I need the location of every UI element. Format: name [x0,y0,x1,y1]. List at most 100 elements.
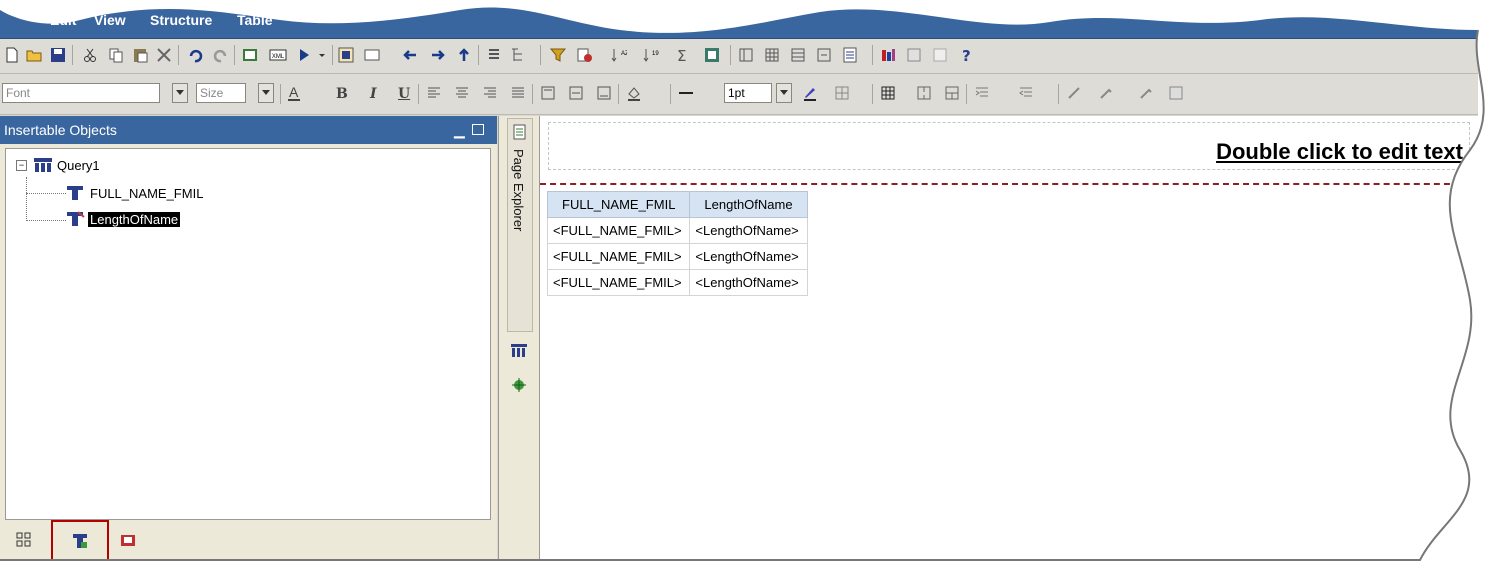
list-table[interactable]: FULL_NAME_FMIL LengthOfName <FULL_NAME_F… [546,191,808,296]
layout-icon[interactable] [362,44,382,66]
clear-format-icon[interactable] [1064,82,1084,104]
apply-style-icon[interactable] [1136,82,1156,104]
panel-tabs [5,520,489,560]
menu-table[interactable]: Table [237,12,273,28]
page-icon[interactable] [840,44,860,66]
filter-icon[interactable] [548,44,568,66]
forward-arrow-icon[interactable] [428,44,448,66]
table-props-icon[interactable] [930,44,950,66]
sort-icon[interactable]: AZ [608,44,628,66]
cut-icon[interactable] [80,44,100,66]
border-width-dropdown-icon[interactable] [776,83,792,103]
table-cell[interactable]: <FULL_NAME_FMIL> [546,269,691,296]
menu-edit[interactable]: Edit [50,12,76,28]
chart-colors-icon[interactable] [878,44,898,66]
toolbox-tab[interactable] [113,526,143,554]
list-icon[interactable] [484,44,504,66]
table-grid-icon[interactable] [878,82,898,104]
table-row: <FULL_NAME_FMIL> <LengthOfName> [546,243,808,270]
save-icon[interactable] [48,44,68,66]
xml-icon[interactable]: XML [268,44,288,66]
font-field[interactable]: Font [2,83,160,103]
help-icon[interactable]: ? [956,44,976,66]
properties-icon[interactable] [904,44,924,66]
table-row: <FULL_NAME_FMIL> <LengthOfName> [546,217,808,244]
summary-icon[interactable]: Σ [672,44,692,66]
underline-icon[interactable]: U [398,86,410,102]
paste-icon[interactable] [130,44,150,66]
section-icon[interactable] [736,44,756,66]
new-icon[interactable] [2,44,22,66]
valign-bottom-icon[interactable] [594,82,614,104]
tree-item-query[interactable]: − Query1 [16,157,100,173]
header-text[interactable]: Double click to edit text [1216,139,1463,165]
merge-cells-icon[interactable] [914,82,934,104]
page-header[interactable]: Double click to edit text [548,122,1470,170]
tree-item-full-name[interactable]: FULL_NAME_FMIL [66,185,203,201]
font-color-icon[interactable]: A [284,82,304,104]
back-arrow-icon[interactable] [400,44,420,66]
suppress-icon[interactable] [574,44,594,66]
justify-icon[interactable] [508,82,528,104]
border-width-field[interactable]: 1pt [724,83,772,103]
run-icon[interactable] [294,44,314,66]
swap-icon[interactable] [814,44,834,66]
up-arrow-icon[interactable] [454,44,474,66]
split-cells-icon[interactable] [942,82,962,104]
tree-item-length-of-name[interactable]: LengthOfName [66,211,181,227]
table-cell[interactable]: <FULL_NAME_FMIL> [546,217,691,244]
delete-icon[interactable] [154,44,174,66]
italic-icon[interactable]: I [370,86,377,102]
table-cell[interactable]: <LengthOfName> [689,217,808,244]
minimize-icon[interactable]: ▁ [454,116,465,144]
query-explorer-tab[interactable] [507,336,531,368]
table-cell[interactable]: <FULL_NAME_FMIL> [546,243,691,270]
table-cell[interactable]: <LengthOfName> [689,243,808,270]
redo-icon[interactable] [210,44,230,66]
report-icon[interactable] [240,44,260,66]
page-explorer-tab[interactable]: Page Explorer [507,118,533,332]
bold-icon[interactable]: B [336,86,348,102]
source-tab[interactable] [9,526,39,554]
size-field[interactable]: Size [196,83,246,103]
valign-top-icon[interactable] [538,82,558,104]
svg-text:XML: XML [272,54,285,60]
align-right-icon[interactable] [480,82,500,104]
calculation-icon[interactable] [702,44,722,66]
data-items-tab[interactable] [51,520,109,560]
pick-up-style-icon[interactable] [1096,82,1116,104]
outdent-icon[interactable] [1016,82,1036,104]
font-dropdown-icon[interactable] [172,83,188,103]
indent-icon[interactable] [972,82,992,104]
borders-icon[interactable] [832,82,852,104]
run-dropdown-icon[interactable] [312,44,332,66]
border-style-icon[interactable] [676,82,696,104]
group-icon[interactable] [508,44,528,66]
header-footer-icon[interactable] [788,44,808,66]
undo-icon[interactable] [186,44,206,66]
align-center-icon[interactable] [452,82,472,104]
lock-page-icon[interactable] [336,44,356,66]
align-left-icon[interactable] [424,82,444,104]
crosstab-icon[interactable] [762,44,782,66]
calculated-item-icon [67,211,85,226]
data-item-icon [67,186,83,200]
column-header[interactable]: LengthOfName [689,191,808,218]
copy-icon[interactable] [106,44,126,66]
collapse-icon[interactable]: − [16,159,27,171]
sort-numeric-icon[interactable]: 19 [640,44,660,66]
border-color-icon[interactable] [800,82,820,104]
column-header[interactable]: FULL_NAME_FMIL [546,191,691,218]
menu-view[interactable]: View [94,12,126,28]
open-folder-icon[interactable] [24,44,44,66]
image-icon[interactable] [1166,82,1186,104]
valign-middle-icon[interactable] [566,82,586,104]
menu-structure[interactable]: Structure [150,12,212,28]
svg-text:19: 19 [652,51,659,57]
table-cell[interactable]: <LengthOfName> [689,269,808,296]
page-explorer-icon [513,124,526,140]
condition-explorer-tab[interactable] [507,370,531,402]
fill-color-icon[interactable] [624,82,644,104]
size-dropdown-icon[interactable] [258,83,274,103]
maximize-icon[interactable] [472,124,484,135]
